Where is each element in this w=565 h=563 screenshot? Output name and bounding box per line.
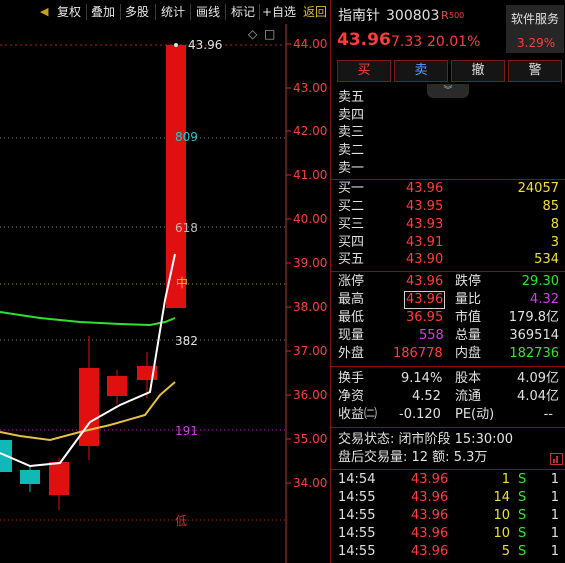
sector-name[interactable]: 软件服务 — [511, 11, 559, 27]
price-label: 43.00 — [293, 81, 328, 95]
alert-button[interactable]: 警 — [508, 60, 562, 82]
candle-down — [20, 470, 40, 484]
price-change: 7.33 — [391, 34, 423, 50]
toolbar-add-watchlist[interactable]: +自选 — [262, 3, 296, 20]
r-badge: R — [441, 9, 449, 22]
divider — [331, 271, 565, 272]
stock-code: 300803 — [386, 8, 440, 24]
buy-button[interactable]: 买 — [337, 60, 391, 82]
price-label: 38.00 — [293, 300, 328, 314]
collapse-chevron-icon[interactable]: ︾ — [427, 84, 469, 98]
toolbar-draw-line[interactable]: 画线 — [196, 3, 220, 20]
ask-level-label: 卖二 — [338, 143, 365, 158]
chart-toolbar: ◀ 复权 叠加 多股 统计 画线 标记 +自选 返回 — [0, 0, 330, 24]
r-badge-sub: 500 — [449, 11, 465, 20]
fib-label-low: 低 — [175, 514, 188, 528]
price-label: 44.00 — [293, 37, 328, 51]
price-label: 42.00 — [293, 124, 328, 138]
toolbar-arrow-icon[interactable]: ◀ — [40, 5, 48, 18]
after-hours-volume: 盘后交易量: 12 额: 5.3万 — [338, 450, 488, 465]
sell-button[interactable]: 卖 — [394, 60, 448, 82]
fib-label-191: 191 — [175, 424, 198, 438]
toolbar-mark[interactable]: 标记 — [231, 3, 255, 20]
stock-name: 指南针 — [338, 8, 380, 24]
tick-chart-icon[interactable] — [550, 453, 563, 465]
divider — [331, 469, 565, 470]
price-label: 37.00 — [293, 344, 328, 358]
fib-label-809: 809 — [175, 130, 198, 144]
price-label: 41.00 — [293, 168, 328, 182]
fib-label-mid: 中 — [176, 276, 189, 290]
fib-label-382: 382 — [175, 334, 198, 348]
divider — [331, 366, 565, 367]
candles — [0, 45, 186, 510]
toolbar-multi-stock[interactable]: 多股 — [125, 3, 149, 20]
candle-up — [49, 462, 69, 495]
last-price: 43.96 — [337, 30, 391, 50]
chart-svg — [0, 24, 291, 563]
price-label: 39.00 — [293, 256, 328, 270]
percent-change: 20.01% — [427, 34, 481, 50]
ask-level-label: 卖三 — [338, 125, 365, 140]
crosshair-marker — [174, 43, 178, 47]
square-tool-icon[interactable]: □ — [264, 26, 275, 42]
candle-up — [107, 376, 127, 396]
ask-level-label: 卖四 — [338, 108, 365, 123]
quote-panel: 指南针 300803 R 500 43.96 7.33 20.01% 软件服务 … — [331, 0, 565, 563]
toolbar-back[interactable]: 返回 — [303, 3, 327, 20]
diamond-tool-icon[interactable]: ◇ — [248, 26, 257, 42]
price-label: 35.00 — [293, 432, 328, 446]
price-label: 34.00 — [293, 476, 328, 490]
candlestick-chart[interactable]: 43.96 809 618 中 382 191 低 ◇ □ 44.00 43.0… — [0, 24, 330, 563]
trade-status: 交易状态: 闭市阶段 15:30:00 — [338, 432, 514, 447]
price-axis-ticks — [286, 43, 291, 484]
price-label: 36.00 — [293, 388, 328, 402]
fib-label-top: 43.96 — [188, 38, 223, 52]
toolbar-overlay[interactable]: 叠加 — [91, 3, 115, 20]
toolbar-statistics[interactable]: 统计 — [161, 3, 185, 20]
sector-percent: 3.29% — [517, 36, 556, 50]
candle-limit-up — [166, 45, 186, 308]
ask-level-label: 卖五 — [338, 90, 365, 105]
ma20-line — [0, 311, 176, 327]
toolbar-restore-rights[interactable]: 复权 — [57, 3, 81, 20]
divider — [331, 427, 565, 428]
fib-label-618: 618 — [175, 221, 198, 235]
cancel-order-button[interactable]: 撤 — [451, 60, 505, 82]
divider — [331, 179, 565, 180]
price-label: 40.00 — [293, 212, 328, 226]
ask-level-label: 卖一 — [338, 161, 365, 176]
